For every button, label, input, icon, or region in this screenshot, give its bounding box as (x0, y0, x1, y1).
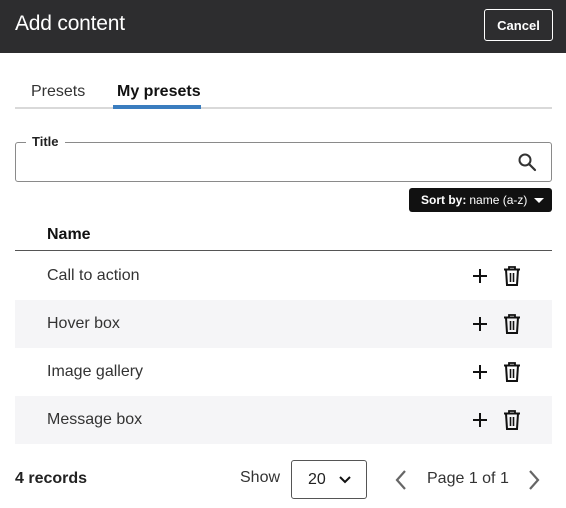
sort-dropdown[interactable]: Sort by: name (a-z) (409, 188, 552, 212)
preset-name: Hover box (47, 315, 120, 332)
tab-baseline (15, 107, 552, 109)
trash-icon[interactable] (502, 409, 522, 431)
preset-name: Image gallery (47, 363, 144, 380)
table-row: Message box (15, 396, 552, 444)
sort-value: name (a-z) (469, 193, 528, 207)
tab-my-presets[interactable]: My presets (117, 83, 201, 101)
plus-icon[interactable] (470, 362, 490, 382)
active-tab-indicator (113, 105, 201, 109)
table-header-divider (15, 250, 552, 251)
pagination-status: Page 1 of 1 (427, 470, 509, 487)
tab-bar: Presets My presets (15, 80, 552, 110)
chevron-down-icon (339, 476, 351, 484)
title-field-label: Title (26, 134, 65, 149)
tab-presets[interactable]: Presets (31, 83, 85, 101)
plus-icon[interactable] (470, 410, 490, 430)
dialog-title: Add content (15, 12, 125, 35)
page-size-label: Show (240, 469, 281, 486)
name-column-header[interactable]: Name (47, 226, 91, 244)
plus-icon[interactable] (470, 266, 490, 286)
record-count: 4 records (15, 470, 88, 487)
dialog-header: Add content Cancel (0, 0, 566, 53)
chevron-right-icon[interactable] (525, 468, 543, 492)
trash-icon[interactable] (502, 361, 522, 383)
trash-icon[interactable] (502, 313, 522, 335)
title-search-input[interactable] (16, 143, 506, 181)
preset-name: Call to action (47, 267, 140, 284)
page-size-select[interactable]: 20 (291, 460, 367, 499)
trash-icon[interactable] (502, 265, 522, 287)
plus-icon[interactable] (470, 314, 490, 334)
table-row: Image gallery (15, 348, 552, 396)
table-row: Hover box (15, 300, 552, 348)
chevron-left-icon[interactable] (392, 468, 410, 492)
search-icon[interactable] (517, 152, 537, 172)
page-size-value: 20 (308, 471, 326, 488)
preset-name: Message box (47, 411, 143, 428)
caret-down-icon (534, 198, 544, 203)
cancel-button[interactable]: Cancel (484, 9, 553, 41)
sort-prefix: Sort by: (421, 193, 467, 207)
table-row: Call to action (15, 252, 552, 300)
title-search-field (15, 142, 552, 182)
